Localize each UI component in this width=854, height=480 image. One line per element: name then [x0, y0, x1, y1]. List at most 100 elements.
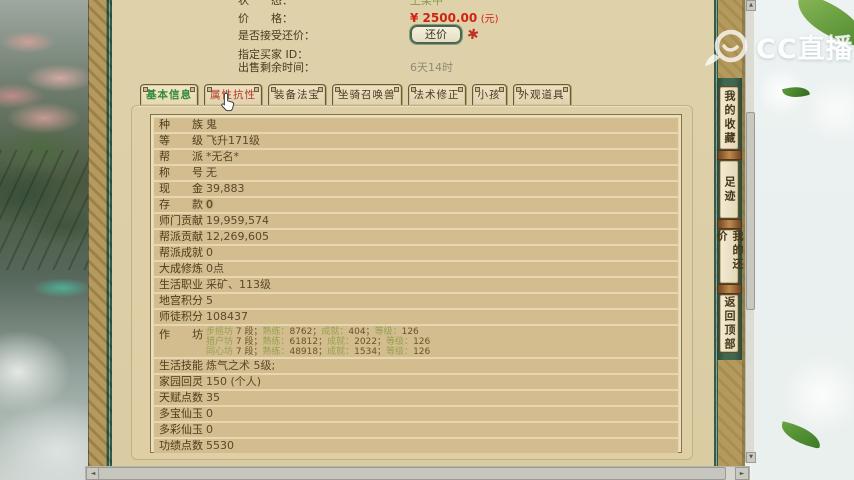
row-value: 5530 — [206, 439, 234, 452]
row-label: 存 款 — [159, 198, 203, 211]
window-frame-left — [88, 0, 112, 466]
row-value: 0 — [206, 246, 213, 259]
sidebar-item-footprints[interactable]: 足迹 — [719, 160, 739, 219]
row-value: 0 — [206, 423, 213, 436]
vertical-scrollbar[interactable]: ▲ ▼ — [745, 0, 756, 463]
row-value: 19,959,574 — [206, 214, 269, 227]
main-content-area: 状 态： 上架中 价 格： ¥ 2500.00 (元) 是否接受还价： 还价 ✱ 指定买… — [112, 0, 714, 466]
workshop-row: 作 坊 步摇坊 7 段；熟练：8762；成就：404；等级：126 猎户坊 7 … — [154, 326, 678, 357]
table-row: 生活技能 炼气之术 5级; — [154, 359, 678, 373]
tab-mounts[interactable]: 坐骑召唤兽 — [332, 84, 402, 105]
workshop-name: 同心坊 — [206, 347, 236, 358]
table-row: 种 族鬼 — [154, 118, 678, 132]
scroll-right-arrow-icon[interactable]: ► — [735, 467, 749, 480]
status-label: 状 态： — [238, 0, 293, 7]
table-row: 帮 派 *无名* — [154, 150, 678, 164]
row-value: 无 — [206, 166, 217, 179]
row-label: 称 号 — [159, 166, 203, 179]
sidebar-item-my-favorites[interactable]: 我的收藏 — [719, 86, 739, 150]
required-mark-icon: ✱ — [465, 25, 481, 44]
row-value: 150 (个人) — [206, 375, 262, 388]
game-world-background — [0, 0, 88, 480]
vertical-scroll-thumb[interactable] — [746, 112, 755, 310]
table-row: 多彩仙玉 0 — [154, 423, 678, 437]
workshop-name: 步摇坊 — [206, 327, 236, 337]
row-label: 师徒积分 — [159, 310, 203, 323]
horizontal-scroll-thumb[interactable] — [98, 467, 726, 480]
tab-spell-correction[interactable]: 法术修正 — [407, 84, 466, 105]
row-value: 0 — [206, 198, 213, 211]
table-row: 等 级飞升171级 — [154, 134, 678, 148]
table-row: 大成修炼 0点 — [154, 262, 678, 276]
row-label: 大成修炼 — [159, 262, 203, 275]
sidebar-item-back-to-top[interactable]: 返回顶部 — [719, 294, 739, 353]
workshop-line: 同心坊 7 段；熟练：48918；成就：1534；等级：126 — [206, 347, 431, 358]
row-value: 0 — [206, 407, 213, 420]
price-unit: (元) — [480, 14, 499, 25]
table-row: 存 款0 — [154, 198, 678, 212]
row-value: 108437 — [206, 310, 248, 323]
tab-equipment[interactable]: 装备法宝 — [268, 84, 326, 105]
row-value: 飞升171级 — [206, 134, 260, 147]
row-label: 种 族 — [159, 118, 203, 131]
row-label: 生活技能 — [159, 359, 203, 372]
page-background — [752, 0, 854, 480]
table-row: 师门贡献 19,959,574 — [154, 214, 678, 228]
status-row: 状 态： 上架中 — [238, 0, 443, 8]
table-row: 现 金 39,883 — [154, 182, 678, 196]
row-label: 等 级 — [159, 134, 203, 147]
price-label: 价 格： — [238, 12, 293, 25]
table-row: 家园回灵 150 (个人) — [154, 375, 678, 389]
screen: 状 态： 上架中 价 格： ¥ 2500.00 (元) 是否接受还价： 还价 ✱ 指定买… — [0, 0, 854, 480]
row-label: 功绩点数 — [159, 439, 203, 452]
row-value: 39,883 — [206, 182, 245, 195]
row-label: 帮派贡献 — [159, 230, 203, 243]
row-value: 35 — [206, 391, 220, 404]
character-info-panel: 种 族鬼 等 级飞升171级 帮 派 *无名* 称 号无 现 金 39,883 存 … — [150, 114, 682, 453]
row-value: 12,269,605 — [206, 230, 269, 243]
row-label: 多宝仙玉 — [159, 407, 203, 420]
row-label: 天赋点数 — [159, 391, 203, 404]
scroll-tie-decoration — [717, 150, 742, 160]
table-row: 生活职业 采矿、113级 — [154, 278, 678, 292]
scroll-tie-decoration — [717, 284, 742, 294]
scroll-down-arrow-icon[interactable]: ▼ — [746, 452, 756, 463]
row-label: 地宫积分 — [159, 294, 203, 307]
row-value: 0点 — [206, 262, 224, 275]
row-label: 现 金 — [159, 182, 203, 195]
sidebar-item-my-bargains[interactable]: 我的还价 — [715, 229, 744, 284]
status-value: 上架中 — [410, 0, 443, 7]
horizontal-scrollbar[interactable]: ◄ ► — [85, 466, 750, 480]
row-label: 生活职业 — [159, 278, 203, 291]
workshop-line: 猎户坊 7 段；熟练：61812；成就：2022；等级：126 — [206, 337, 431, 348]
tree-branches-decoration — [0, 150, 88, 270]
workshop-lines: 步摇坊 7 段；熟练：8762；成就：404；等级：126 猎户坊 7 段；熟练… — [206, 326, 430, 358]
price-row: 价 格： ¥ 2500.00 (元) — [238, 10, 499, 26]
tab-bar: 基本信息 属性抗性 装备法宝 坐骑召唤兽 法术修正 小孩 外观道具 — [140, 84, 571, 105]
table-row: 帮派贡献 12,269,605 — [154, 230, 678, 244]
row-value: 鬼 — [206, 118, 217, 131]
table-row: 地宫积分 5 — [154, 294, 678, 308]
price-value: ¥ 2500.00 — [410, 11, 478, 25]
row-value: 5 — [206, 294, 213, 307]
workshop-line: 步摇坊 7 段；熟练：8762；成就：404；等级：126 — [206, 327, 419, 337]
tab-appearance-items[interactable]: 外观道具 — [512, 84, 571, 105]
row-label: 师门贡献 — [159, 214, 203, 227]
scroll-tie-decoration — [717, 219, 742, 229]
tab-page-container: 种 族鬼 等 级飞升171级 帮 派 *无名* 称 号无 现 金 39,883 存 … — [131, 105, 693, 460]
row-label: 帮 派 — [159, 150, 203, 163]
scroll-up-arrow-icon[interactable]: ▲ — [746, 0, 756, 11]
row-value: *无名* — [206, 150, 239, 163]
row-label: 帮派成就 — [159, 246, 203, 259]
bargain-row: 是否接受还价： 还价 ✱ — [238, 24, 481, 45]
row-value: 采矿、113级 — [206, 278, 271, 291]
table-row: 功绩点数 5530 — [154, 439, 678, 453]
row-label: 作 坊 — [159, 328, 203, 341]
bargain-button[interactable]: 还价 — [409, 24, 463, 45]
time-label: 出售剩余时间： — [238, 61, 315, 74]
tab-child[interactable]: 小孩 — [471, 84, 507, 105]
time-value: 6天14时 — [410, 61, 453, 74]
row-value: 炼气之术 5级; — [206, 359, 276, 372]
row-label: 家园回灵 — [159, 375, 203, 388]
tab-basic-info[interactable]: 基本信息 — [140, 84, 198, 105]
